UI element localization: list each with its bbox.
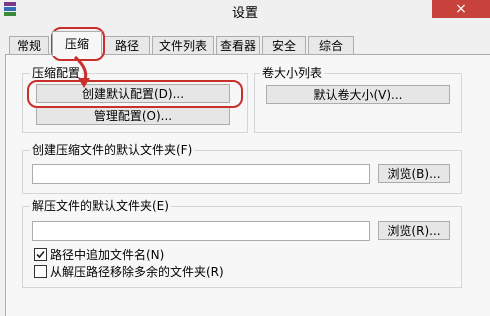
tab-compression[interactable]: 压缩	[52, 31, 102, 56]
